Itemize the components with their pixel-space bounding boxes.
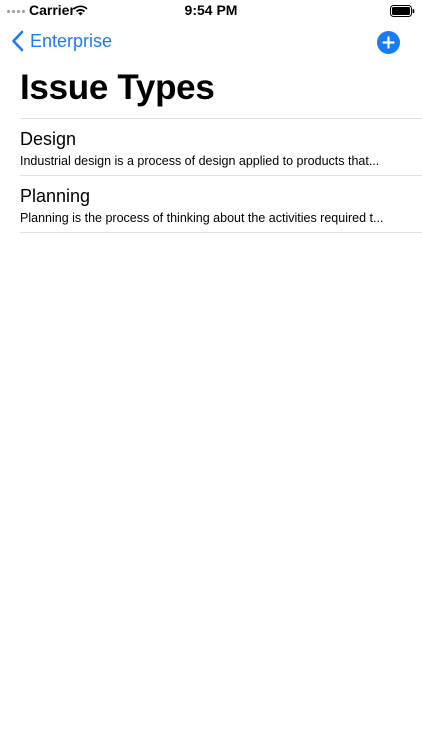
list-item-planning[interactable]: Planning Planning is the process of thin… [20, 176, 422, 233]
chevron-left-icon [12, 30, 24, 52]
list-item-description: Planning is the process of thinking abou… [20, 211, 384, 225]
list-item-design[interactable]: Design Industrial design is a process of… [20, 119, 422, 176]
issue-types-list: Design Industrial design is a process of… [20, 118, 422, 233]
page-title: Issue Types [20, 68, 215, 107]
add-issue-type-button[interactable] [377, 31, 400, 54]
list-item-title: Design [20, 129, 77, 149]
wifi-icon [73, 5, 88, 16]
list-item-description: Industrial design is a process of design… [20, 154, 380, 168]
carrier-label: Carrier [29, 2, 75, 18]
battery-icon [390, 5, 415, 17]
list-item-title: Planning [20, 186, 91, 206]
plus-icon [382, 36, 395, 49]
back-button-label: Enterprise [30, 30, 113, 51]
status-bar: Carrier 9:54 PM [0, 0, 422, 22]
back-button[interactable]: Enterprise [11, 30, 112, 52]
navigation-bar: Enterprise [0, 28, 422, 60]
signal-strength-icon [7, 10, 25, 13]
